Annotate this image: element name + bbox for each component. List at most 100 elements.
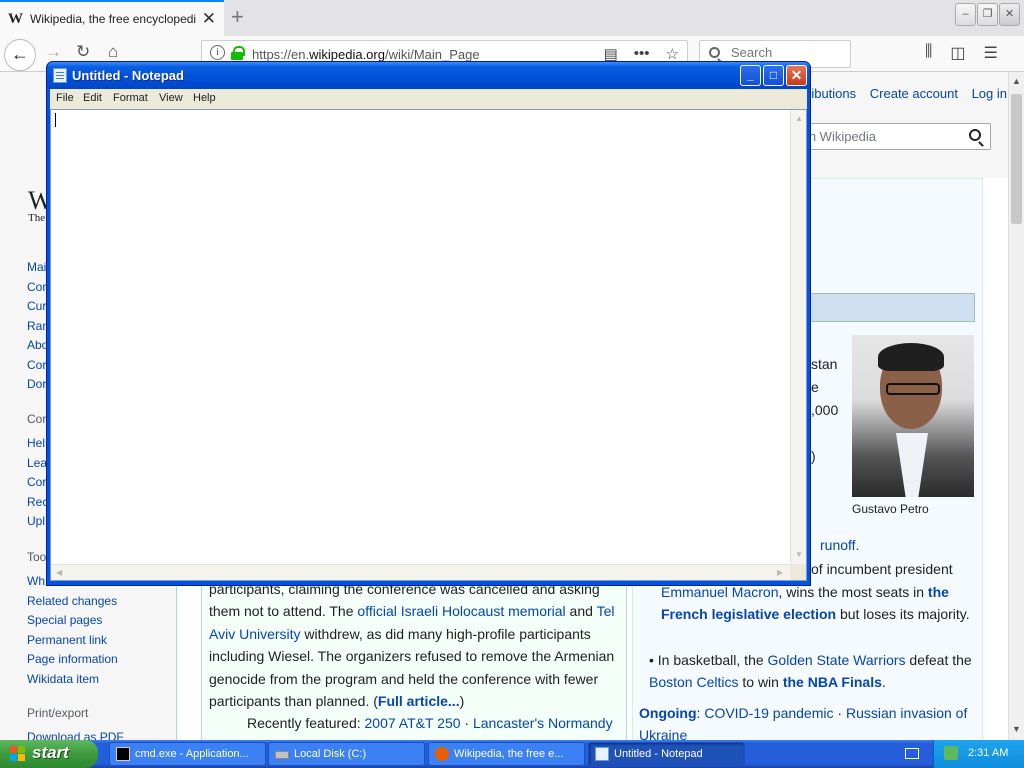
sidebar-icon[interactable]: ◫	[950, 43, 965, 63]
minimize-window-button[interactable]: –	[955, 3, 976, 26]
home-icon[interactable]: ⌂	[108, 42, 118, 62]
taskbar-item-firefox[interactable]: Wikipedia, the free e...	[428, 742, 585, 766]
notepad-titlebar[interactable]: Untitled - Notepad _ □ ✕	[47, 62, 810, 89]
itn-fragment: )	[811, 448, 816, 464]
scroll-up-icon[interactable]: ▲	[795, 114, 803, 123]
notepad-minimize-button[interactable]: _	[740, 65, 761, 86]
sidebar-item-current-events[interactable]: Cur	[27, 299, 46, 313]
sidebar-item-help[interactable]: Hel	[27, 436, 45, 450]
user-link-contributions[interactable]: ributions	[807, 86, 856, 101]
scroll-down-icon[interactable]: ▼	[795, 550, 803, 559]
start-button[interactable]: start	[0, 740, 98, 768]
notepad-vertical-scrollbar[interactable]: ▲ ▼	[790, 110, 806, 564]
restore-window-button[interactable]: ❐	[977, 3, 998, 26]
sidebar-heading-tools: Too	[27, 550, 47, 564]
url-text[interactable]: https://en.wikipedia.org/wiki/Main_Page	[252, 47, 480, 62]
link-boston-celtics[interactable]: Boston Celtics	[649, 674, 738, 690]
sidebar-item-upload[interactable]: Upl	[27, 514, 45, 528]
sidebar-item-main[interactable]: Mai	[27, 260, 46, 274]
reload-icon[interactable]: ↻	[76, 42, 90, 62]
notepad-horizontal-scrollbar[interactable]: ◀ ▶	[51, 564, 790, 580]
text: )	[459, 693, 465, 710]
sidebar-item-learn[interactable]: Lea	[27, 456, 47, 470]
itn-fragment: stan	[811, 356, 838, 372]
photo-hair	[878, 343, 944, 371]
new-tab-icon[interactable]: +	[231, 4, 244, 30]
notepad-menubar: File Edit Format View Help	[50, 89, 807, 109]
sidebar-item-contact[interactable]: Cor	[27, 358, 46, 372]
window-controls: – ❐ ✕	[955, 3, 1020, 26]
scroll-up-icon[interactable]: ▲	[1011, 76, 1022, 86]
menu-edit[interactable]: Edit	[83, 92, 102, 104]
browser-search-input[interactable]	[731, 45, 841, 60]
menu-view[interactable]: View	[159, 92, 183, 104]
text: , wins the most seats in	[778, 584, 928, 600]
user-link-create-account[interactable]: Create account	[870, 86, 958, 101]
link-2007-att-250[interactable]: 2007 AT&T 250	[365, 715, 461, 731]
sidebar-item-permanent-link[interactable]: Permanent link	[27, 633, 107, 647]
ongoing-label[interactable]: Ongoing	[639, 705, 697, 721]
link-israeli-holocaust-memorial[interactable]: official Israeli Holocaust memorial	[357, 603, 565, 619]
wiki-search-icon[interactable]	[969, 129, 981, 141]
browser-tab-wikipedia[interactable]: W Wikipedia, the free encyclopedia ✕	[0, 0, 224, 36]
sidebar-heading-print-export: Print/export	[27, 706, 89, 720]
forward-arrow-icon[interactable]: →	[45, 42, 62, 62]
sidebar-item-wikidata-item[interactable]: Wikidata item	[27, 672, 99, 686]
scroll-left-icon[interactable]: ◀	[56, 568, 62, 577]
link-golden-state-warriors[interactable]: Golden State Warriors	[768, 652, 906, 668]
sidebar-item-contents[interactable]: Cor	[27, 280, 46, 294]
text: In basketball, the	[657, 652, 768, 668]
menu-file[interactable]: File	[56, 92, 74, 104]
menu-help[interactable]: Help	[193, 92, 216, 104]
taskbar-item-local-disk[interactable]: Local Disk (C:)	[268, 742, 425, 766]
sidebar-item-donate[interactable]: Dor	[27, 377, 46, 391]
scroll-down-icon[interactable]: ▼	[1011, 724, 1022, 734]
browser-tabbar: W Wikipedia, the free encyclopedia ✕ + –…	[0, 0, 1024, 36]
text-caret	[55, 113, 56, 127]
sidebar-item-download-pdf[interactable]: Download as PDF	[27, 730, 124, 740]
tray-network-icon[interactable]	[944, 746, 958, 760]
link-nba-finals[interactable]: the NBA Finals	[783, 674, 882, 690]
close-window-button[interactable]: ✕	[999, 3, 1020, 26]
taskbar: start cmd.exe - Application... Local Dis…	[0, 740, 1024, 768]
notepad-text-area[interactable]: ▲ ▼ ◀ ▶	[50, 109, 807, 581]
taskbar-item-cmd[interactable]: cmd.exe - Application...	[109, 742, 266, 766]
sidebar-item-related-changes[interactable]: Related changes	[27, 594, 117, 608]
photo-glasses	[886, 383, 940, 395]
itn-photo-gustavo-petro[interactable]	[852, 335, 974, 497]
scroll-thumb[interactable]	[1011, 94, 1022, 224]
link-full-article[interactable]: Full article...	[378, 693, 460, 709]
link-covid-19-pandemic[interactable]: COVID-19 pandemic	[704, 705, 833, 721]
close-tab-icon[interactable]: ✕	[202, 9, 216, 29]
search-icon	[709, 47, 720, 58]
user-link-log-in[interactable]: Log in	[972, 86, 1007, 101]
notepad-close-button[interactable]: ✕	[786, 65, 807, 86]
link-lancasters-normandy[interactable]: Lancaster's Normandy	[473, 715, 613, 731]
itn-ongoing: Ongoing: COVID-19 pandemic · Russian inv…	[639, 702, 979, 740]
toolbar-right: ⫼ ◫ ☰	[925, 43, 998, 63]
sidebar-item-special-pages[interactable]: Special pages	[27, 613, 102, 627]
resize-grip[interactable]	[790, 564, 806, 580]
scroll-right-icon[interactable]: ▶	[777, 568, 783, 577]
page-scrollbar[interactable]: ▲ ▼	[1008, 72, 1024, 740]
clock[interactable]: 2:31 AM	[968, 747, 1008, 759]
info-icon[interactable]: i	[210, 45, 225, 60]
text: defeat the	[905, 652, 972, 668]
sidebar-item-community[interactable]: Cor	[27, 475, 46, 489]
notepad-app-icon[interactable]	[53, 68, 67, 83]
sidebar-item-what-links-here[interactable]: Wh	[27, 574, 45, 588]
itn-nba-item: • In basketball, the Golden State Warrio…	[649, 649, 979, 694]
menu-format[interactable]: Format	[113, 92, 148, 104]
link-emmanuel-macron[interactable]: Emmanuel Macron	[661, 584, 779, 600]
wikipedia-favicon: W	[8, 10, 23, 27]
keyboard-layout-icon[interactable]	[905, 748, 919, 759]
notepad-maximize-button[interactable]: □	[763, 65, 784, 86]
library-icon[interactable]: ⫼	[925, 43, 932, 63]
back-button[interactable]: ←	[4, 39, 36, 71]
hamburger-menu-icon[interactable]: ☰	[984, 43, 998, 63]
sidebar-item-page-information[interactable]: Page information	[27, 652, 118, 666]
itn-runoff-link[interactable]: runoff.	[820, 537, 859, 553]
taskbar-item-notepad[interactable]: Untitled - Notepad	[588, 742, 745, 766]
wiki-search-box[interactable]: rch Wikipedia	[789, 123, 991, 150]
tfa-paragraph: participants, claiming the conference wa…	[209, 578, 623, 712]
